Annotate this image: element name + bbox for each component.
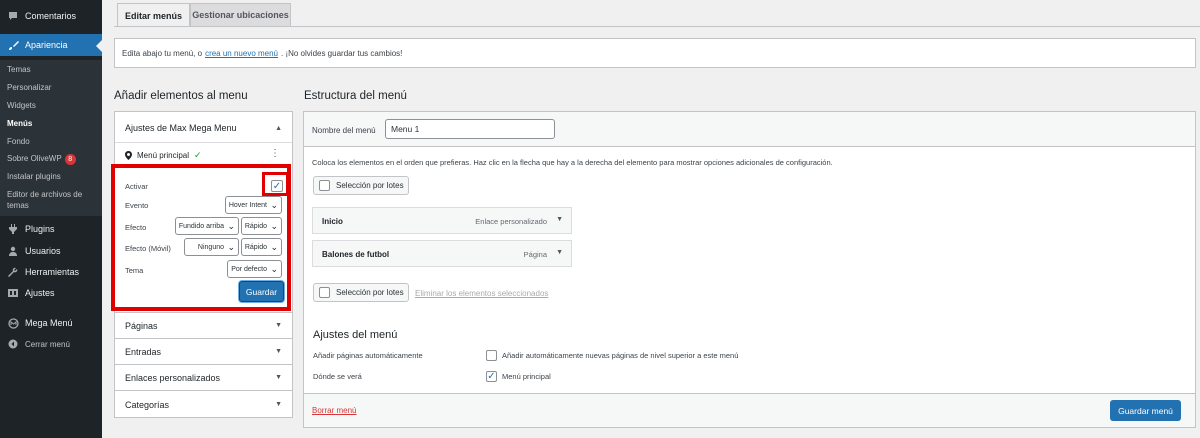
expand-arrow-icon: ▼ <box>275 348 282 355</box>
submenu-customize[interactable]: Personalizar <box>7 82 51 93</box>
accordion-posts-title: Entradas <box>125 347 162 357</box>
expand-arrow-icon: ▼ <box>275 322 282 329</box>
menu-structure-panel: Coloca los elementos en el orden que pre… <box>303 146 1196 394</box>
accordion-pages-title: Páginas <box>125 321 158 331</box>
bulk-select-top[interactable]: Selección por lotes <box>313 176 409 195</box>
menu-plugins[interactable]: Plugins <box>0 218 102 240</box>
expand-arrow-icon: ▼ <box>275 401 282 408</box>
auto-add-label: Añadir páginas automáticamente <box>313 351 423 360</box>
menu-tools[interactable]: Herramientas <box>0 261 102 283</box>
instructions-text: Coloca los elementos en el orden que pre… <box>312 158 833 167</box>
notice-text-after: . ¡No olvides guardar tus cambios! <box>281 48 403 58</box>
menu-collapse-label: Cerrar menú <box>25 339 70 349</box>
add-items-title: Añadir elementos al menu <box>114 90 248 102</box>
menu-location-label: Menú principal <box>137 151 190 160</box>
submenu-widgets[interactable]: Widgets <box>7 100 36 111</box>
menu-users-label: Usuarios <box>25 246 61 256</box>
save-menu-button[interactable]: Guardar menú <box>1110 400 1181 421</box>
submenu-themes[interactable]: Temas <box>7 64 31 75</box>
menu-comments-label: Comentarios <box>25 11 77 21</box>
user-icon <box>7 245 19 257</box>
checkmark-icon: ✓ <box>194 150 202 160</box>
info-notice: Edita abajo tu menú, o crea un nuevo men… <box>114 38 1196 68</box>
notice-text-before: Edita abajo tu menú, o <box>122 48 203 58</box>
remove-selected-link[interactable]: Eliminar los elementos seleccionados <box>415 289 548 298</box>
megamenu-settings-title[interactable]: Ajustes de Max Mega Menu <box>125 123 237 133</box>
menu-location-row: Menú principal ✓ <box>125 150 202 161</box>
location-pin-icon <box>125 151 132 160</box>
menu-comments[interactable]: Comentarios <box>0 5 102 27</box>
menu-appearance[interactable]: Apariencia <box>0 34 102 56</box>
expand-arrow-icon: ▼ <box>275 374 282 381</box>
menu-name-label: Nombre del menú <box>312 126 376 135</box>
tab-divider <box>114 26 1200 27</box>
menu-tools-label: Herramientas <box>25 267 80 277</box>
bulk-select-checkbox[interactable] <box>319 287 330 298</box>
menu-name-bar: Nombre del menú <box>303 111 1196 147</box>
display-location-option[interactable]: ✓ Menú principal <box>486 371 551 382</box>
settings-icon <box>7 287 19 299</box>
more-options-icon[interactable]: ⋮ <box>270 148 280 159</box>
display-location-option-label: Menú principal <box>502 372 551 381</box>
menu-item-type: Página <box>523 250 547 259</box>
bulk-select-checkbox[interactable] <box>319 180 330 191</box>
submenu-menus[interactable]: Menús <box>7 118 32 129</box>
plugin-icon <box>7 223 19 235</box>
appearance-submenu: Temas Personalizar Widgets Menús Fondo S… <box>0 60 102 216</box>
submenu-olivewp[interactable]: Sobre OliveWP 8 <box>7 153 76 165</box>
delete-menu-link[interactable]: Borrar menú <box>312 406 356 415</box>
submenu-install-plugins[interactable]: Instalar plugins <box>7 171 61 182</box>
create-new-menu-link[interactable]: crea un nuevo menú <box>205 49 278 58</box>
accordion-posts[interactable]: Entradas ▼ <box>114 338 293 365</box>
menu-item-title: Inicio <box>322 217 343 226</box>
submenu-theme-editor[interactable]: Editor de archivos de temas <box>7 189 99 211</box>
menu-collapse[interactable]: Cerrar menú <box>0 333 102 355</box>
expand-arrow-icon[interactable]: ▼ <box>556 249 563 256</box>
notification-badge: 8 <box>64 154 76 165</box>
menu-item-inicio[interactable]: Inicio Enlace personalizado ▼ <box>312 207 572 234</box>
auto-add-option[interactable]: Añadir automáticamente nuevas páginas de… <box>486 350 738 361</box>
tab-manage-locations[interactable]: Gestionar ubicaciones <box>190 3 291 26</box>
submenu-background[interactable]: Fondo <box>7 136 30 147</box>
menu-plugins-label: Plugins <box>25 224 55 234</box>
menu-users[interactable]: Usuarios <box>0 240 102 262</box>
menu-settings-title: Ajustes del menú <box>313 329 398 341</box>
menu-settings[interactable]: Ajustes <box>0 282 102 304</box>
accordion-categories[interactable]: Categorías ▼ <box>114 390 293 418</box>
expand-arrow-icon[interactable]: ▼ <box>556 216 563 223</box>
display-location-checkbox[interactable]: ✓ <box>486 371 497 382</box>
collapse-arrow-icon[interactable]: ▲ <box>275 125 282 132</box>
comment-icon <box>7 10 19 22</box>
menu-item-balones[interactable]: Balones de futbol Página ▼ <box>312 240 572 267</box>
menu-appearance-label: Apariencia <box>25 40 68 50</box>
menu-name-input[interactable] <box>385 119 555 139</box>
menu-settings-label: Ajustes <box>25 288 55 298</box>
collapse-icon <box>7 338 19 350</box>
check-icon: ✓ <box>487 371 496 382</box>
bulk-select-label: Selección por lotes <box>336 181 404 190</box>
menu-megamenu-label: Mega Menú <box>25 318 73 328</box>
wrench-icon <box>7 266 19 278</box>
bulk-select-bottom[interactable]: Selección por lotes <box>313 283 409 302</box>
auto-add-checkbox[interactable] <box>486 350 497 361</box>
admin-sidebar: Comentarios Apariencia Temas Personaliza… <box>0 0 102 438</box>
highlight-checkbox <box>262 172 289 196</box>
menu-item-title: Balones de futbol <box>322 250 390 259</box>
menu-structure-title: Estructura del menú <box>304 90 407 102</box>
accordion-custom-links-title: Enlaces personalizados <box>125 373 221 383</box>
menu-item-type: Enlace personalizado <box>475 217 547 226</box>
accordion-pages[interactable]: Páginas ▼ <box>114 312 293 339</box>
accordion-categories-title: Categorías <box>125 400 170 410</box>
bulk-select-label: Selección por lotes <box>336 288 404 297</box>
display-location-label: Dónde se verá <box>313 372 362 381</box>
menu-footer: Borrar menú Guardar menú <box>303 393 1196 428</box>
megamenu-icon <box>7 317 19 329</box>
menu-megamenu[interactable]: Mega Menú <box>0 312 102 334</box>
auto-add-option-label: Añadir automáticamente nuevas páginas de… <box>502 351 739 360</box>
submenu-olivewp-label: Sobre OliveWP <box>7 154 62 163</box>
brush-icon <box>7 39 19 51</box>
tab-edit-menus[interactable]: Editar menús <box>117 3 190 27</box>
accordion-custom-links[interactable]: Enlaces personalizados ▼ <box>114 364 293 391</box>
